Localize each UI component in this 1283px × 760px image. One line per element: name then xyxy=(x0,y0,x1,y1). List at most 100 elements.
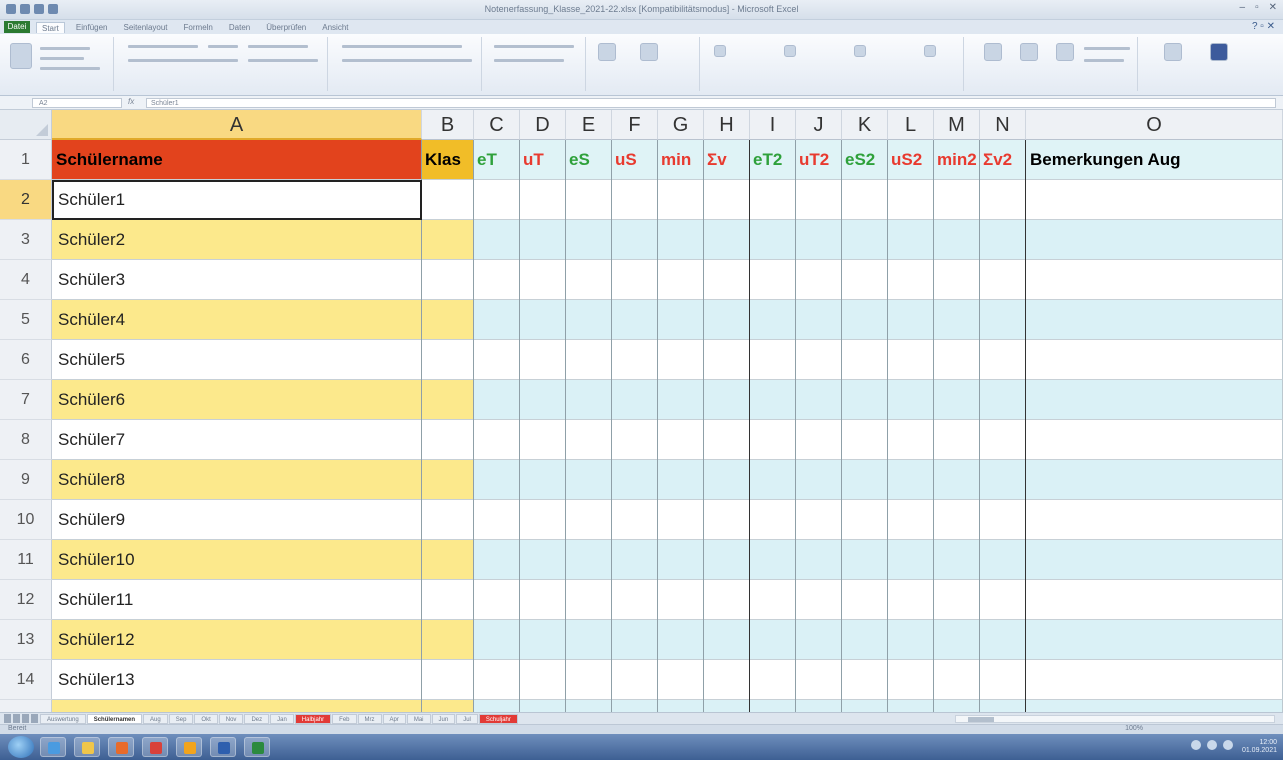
grade-cell-h[interactable] xyxy=(704,620,750,660)
grade-cell-m[interactable] xyxy=(934,340,980,380)
grade-cell-e[interactable] xyxy=(566,540,612,580)
grade-cell-c[interactable] xyxy=(474,380,520,420)
grade-cell-e[interactable] xyxy=(566,340,612,380)
student-name-cell[interactable]: Schüler9 xyxy=(52,500,422,540)
minimize-icon[interactable]: – xyxy=(1240,2,1246,13)
grade-cell-h[interactable] xyxy=(704,660,750,700)
sheet-tab[interactable]: Sep xyxy=(168,714,194,724)
close-icon[interactable]: ✕ xyxy=(1269,2,1277,13)
flag-icon[interactable] xyxy=(1223,740,1233,750)
grade-cell-k[interactable] xyxy=(842,540,888,580)
grade-cell-m[interactable] xyxy=(934,660,980,700)
ribbon-tab[interactable]: Formeln xyxy=(179,22,218,33)
column-header-n[interactable]: N xyxy=(980,110,1026,140)
grade-cell-b[interactable] xyxy=(422,540,474,580)
grade-cell-h[interactable] xyxy=(704,220,750,260)
horizontal-scrollbar[interactable] xyxy=(955,715,1275,723)
grade-cell-h[interactable] xyxy=(704,340,750,380)
paste-icon[interactable] xyxy=(10,43,32,69)
grade-cell-o[interactable] xyxy=(1026,420,1283,460)
formula-input[interactable]: Schüler1 xyxy=(146,98,1276,108)
row-header[interactable]: 9 xyxy=(0,460,52,500)
ribbon-tab[interactable]: Einfügen xyxy=(71,22,113,33)
grade-cell-b[interactable] xyxy=(422,580,474,620)
grade-cell-i[interactable] xyxy=(750,500,796,540)
grade-cell-m[interactable] xyxy=(934,620,980,660)
grade-cell-j[interactable] xyxy=(796,660,842,700)
sheet-tab[interactable]: Schuljahr xyxy=(478,714,518,724)
grade-cell-n[interactable] xyxy=(980,340,1026,380)
header-cell-c[interactable]: eT xyxy=(474,140,520,180)
sheet-tab[interactable]: Auswertung xyxy=(40,714,86,724)
grade-cell-b[interactable] xyxy=(422,500,474,540)
grade-cell-i[interactable] xyxy=(750,340,796,380)
grade-cell-j[interactable] xyxy=(796,620,842,660)
format-table-icon[interactable] xyxy=(640,43,658,61)
column-header-e[interactable]: E xyxy=(566,110,612,140)
grade-cell-n[interactable] xyxy=(980,300,1026,340)
row-header[interactable]: 11 xyxy=(0,540,52,580)
word-icon[interactable] xyxy=(210,737,236,757)
grade-cell-l[interactable] xyxy=(888,700,934,712)
grade-cell-c[interactable] xyxy=(474,220,520,260)
grade-cell-m[interactable] xyxy=(934,380,980,420)
row-header[interactable]: 10 xyxy=(0,500,52,540)
grade-cell-b[interactable] xyxy=(422,620,474,660)
grade-cell-o[interactable] xyxy=(1026,620,1283,660)
sort-filter-icon[interactable] xyxy=(1164,43,1182,61)
grade-cell-l[interactable] xyxy=(888,220,934,260)
grade-cell-d[interactable] xyxy=(520,300,566,340)
column-header-l[interactable]: L xyxy=(888,110,934,140)
header-cell-i[interactable]: eT2 xyxy=(750,140,796,180)
sheet-tab[interactable]: Jul xyxy=(456,714,478,724)
column-header-b[interactable]: B xyxy=(422,110,474,140)
grade-cell-i[interactable] xyxy=(750,540,796,580)
grade-cell-k[interactable] xyxy=(842,500,888,540)
scroll-thumb[interactable] xyxy=(968,717,994,722)
student-name-cell[interactable]: Schüler10 xyxy=(52,540,422,580)
grade-cell-l[interactable] xyxy=(888,300,934,340)
volume-icon[interactable] xyxy=(1207,740,1217,750)
grade-cell-f[interactable] xyxy=(612,180,658,220)
grade-cell-l[interactable] xyxy=(888,540,934,580)
header-cell-n[interactable]: Σv2 xyxy=(980,140,1026,180)
grade-cell-i[interactable] xyxy=(750,580,796,620)
grade-cell-h[interactable] xyxy=(704,300,750,340)
grade-cell-b[interactable] xyxy=(422,380,474,420)
grade-cell-m[interactable] xyxy=(934,180,980,220)
grade-cell-g[interactable] xyxy=(658,380,704,420)
grade-cell-d[interactable] xyxy=(520,260,566,300)
grade-cell-b[interactable] xyxy=(422,260,474,300)
sheet-tab[interactable]: Mai xyxy=(406,714,431,724)
column-header-f[interactable]: F xyxy=(612,110,658,140)
grade-cell-o[interactable] xyxy=(1026,660,1283,700)
grade-cell-l[interactable] xyxy=(888,620,934,660)
prev-sheet-icon[interactable] xyxy=(13,714,20,723)
grade-cell-i[interactable] xyxy=(750,660,796,700)
header-cell-j[interactable]: uT2 xyxy=(796,140,842,180)
grade-cell-h[interactable] xyxy=(704,700,750,712)
grade-cell-k[interactable] xyxy=(842,620,888,660)
grade-cell-n[interactable] xyxy=(980,620,1026,660)
sheet-tab[interactable]: Jan xyxy=(270,714,294,724)
grade-cell-b[interactable] xyxy=(422,220,474,260)
grade-cell-g[interactable] xyxy=(658,700,704,712)
grade-cell-j[interactable] xyxy=(796,260,842,300)
grade-cell-j[interactable] xyxy=(796,340,842,380)
grade-cell-g[interactable] xyxy=(658,620,704,660)
format-icon[interactable] xyxy=(1056,43,1074,61)
row-header[interactable]: 4 xyxy=(0,260,52,300)
ie-icon[interactable] xyxy=(40,737,66,757)
sheet-tab[interactable]: Halbjahr xyxy=(294,714,332,724)
style-icon[interactable] xyxy=(924,45,936,57)
outlook-icon[interactable] xyxy=(176,737,202,757)
row-header[interactable]: 5 xyxy=(0,300,52,340)
header-cell-h[interactable]: Σv xyxy=(704,140,750,180)
student-name-cell[interactable]: Schüler1 xyxy=(52,180,422,220)
grade-cell-f[interactable] xyxy=(612,340,658,380)
grade-cell-n[interactable] xyxy=(980,580,1026,620)
grade-cell-d[interactable] xyxy=(520,540,566,580)
grade-cell-i[interactable] xyxy=(750,460,796,500)
grade-cell-e[interactable] xyxy=(566,420,612,460)
grade-cell-h[interactable] xyxy=(704,580,750,620)
